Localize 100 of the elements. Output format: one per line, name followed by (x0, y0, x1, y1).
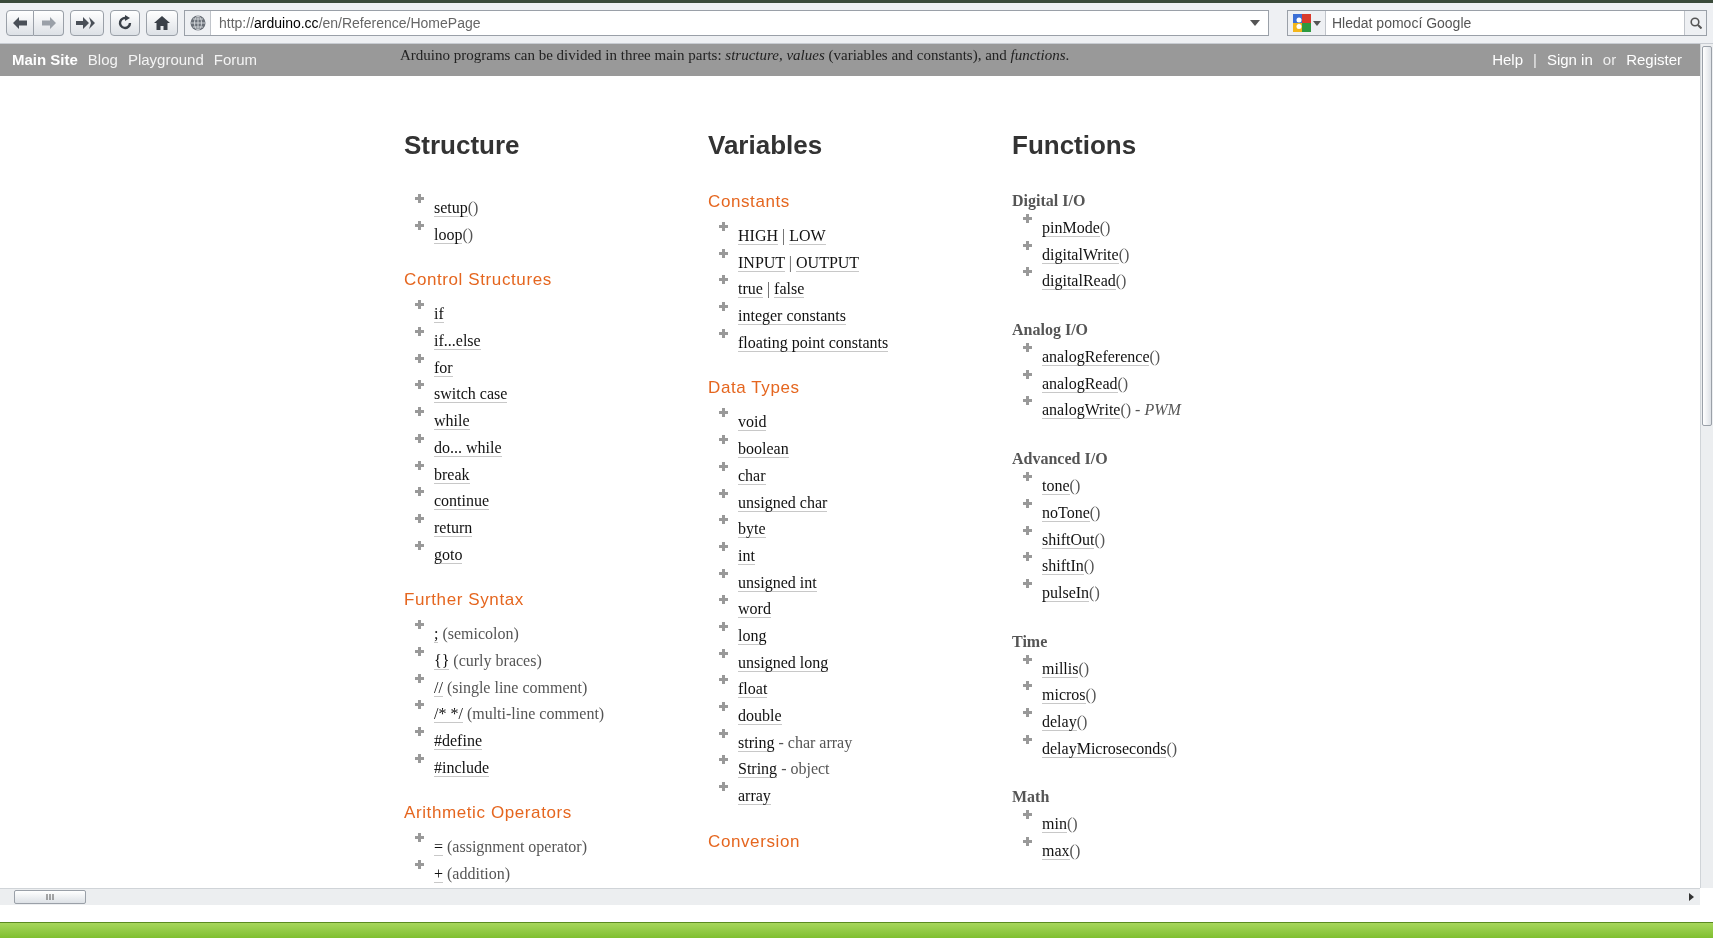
reference-link[interactable]: HIGH (738, 227, 778, 245)
reference-link[interactable]: String (738, 760, 778, 779)
back-button[interactable] (6, 10, 34, 36)
reference-link[interactable]: OUTPUT (796, 253, 860, 272)
reference-link[interactable]: float (738, 680, 768, 699)
reference-link[interactable]: if (434, 305, 444, 324)
reference-link[interactable]: break (434, 465, 470, 484)
scrollbar-thumb[interactable] (1702, 46, 1712, 426)
reference-link[interactable]: ; (434, 625, 439, 644)
reload-icon (117, 15, 133, 31)
reference-link[interactable]: integer constants (738, 307, 846, 326)
home-button[interactable] (146, 10, 178, 36)
address-bar[interactable]: http://arduino.cc/en/Reference/HomePage (184, 10, 1269, 36)
reload-button[interactable] (110, 10, 140, 36)
nav-separator: or (1602, 49, 1617, 70)
plus-icon (719, 621, 728, 631)
item-note: () (1099, 219, 1111, 236)
reference-link[interactable]: byte (738, 520, 766, 539)
reference-link[interactable]: millis (1042, 659, 1079, 678)
search-icon (1689, 17, 1702, 29)
reference-link[interactable]: {} (434, 651, 450, 670)
plus-icon (415, 753, 424, 763)
reference-link[interactable]: true (738, 280, 763, 299)
reference-link[interactable]: shiftIn (1042, 557, 1084, 576)
reference-link[interactable]: pinMode (1042, 219, 1100, 237)
reference-link[interactable]: unsigned long (738, 653, 829, 672)
reference-link[interactable]: #define (434, 732, 482, 750)
reference-link[interactable]: unsigned int (738, 573, 817, 592)
reference-link[interactable]: if...else (434, 332, 481, 351)
reference-link[interactable]: pulseIn (1042, 583, 1090, 602)
plus-icon (1023, 369, 1032, 379)
reference-link[interactable]: delay (1042, 712, 1077, 731)
reference-link[interactable]: max (1042, 842, 1070, 860)
scroll-right-arrow-icon[interactable] (1689, 893, 1694, 901)
reference-link[interactable]: digitalRead (1042, 272, 1116, 291)
plus-icon (415, 646, 424, 656)
reference-link[interactable]: boolean (738, 440, 789, 459)
plus-icon (415, 220, 424, 230)
reference-link[interactable]: /* */ (434, 705, 463, 724)
section-heading: Advanced I/O (1012, 449, 1109, 470)
reference-link[interactable]: analogRead (1042, 374, 1118, 393)
reference-link[interactable]: for (434, 358, 453, 377)
reference-link[interactable]: continue (434, 492, 490, 511)
reference-link[interactable]: tone (1042, 477, 1070, 496)
forward-arrow-icon (41, 17, 56, 29)
reference-link[interactable]: loop (434, 225, 463, 244)
scrollbar-thumb[interactable] (14, 890, 86, 904)
reference-link[interactable]: string (738, 733, 775, 752)
plus-icon (719, 248, 728, 258)
item-note: () (1078, 659, 1090, 677)
reference-link[interactable]: digitalWrite (1042, 245, 1119, 264)
reference-link[interactable]: char (738, 466, 766, 485)
reference-link[interactable]: switch case (434, 385, 508, 404)
reference-link[interactable]: micros (1042, 686, 1086, 705)
reference-link[interactable]: setup (434, 199, 468, 217)
item-note: (addition) (446, 865, 511, 883)
reference-link[interactable]: + (434, 865, 444, 884)
fast-forward-button[interactable] (70, 10, 104, 36)
item-note: | (787, 253, 794, 271)
plus-icon (415, 513, 424, 523)
reference-link[interactable]: min (1042, 815, 1067, 834)
reference-link[interactable]: double (738, 707, 782, 725)
search-bar[interactable]: Hledat pomocí Google (1287, 10, 1707, 36)
section-heading: Arithmetic Operators (404, 802, 573, 825)
vertical-scrollbar[interactable] (1700, 44, 1713, 888)
reference-link[interactable]: unsigned char (738, 493, 828, 512)
plus-icon (1023, 267, 1032, 277)
reference-link[interactable]: long (738, 626, 767, 645)
reference-link[interactable]: false (774, 280, 805, 299)
reference-link[interactable]: do... while (434, 438, 502, 457)
reference-link[interactable]: shiftOut (1042, 530, 1095, 549)
reference-link[interactable]: = (434, 838, 444, 857)
reference-link[interactable]: delayMicroseconds (1042, 739, 1167, 758)
plus-icon (719, 302, 728, 312)
reference-link[interactable]: analogWrite (1042, 401, 1121, 420)
section-heading: Math (1012, 787, 1051, 808)
reference-link[interactable]: array (738, 787, 771, 806)
column-heading: Structure (404, 130, 521, 160)
reference-link[interactable]: // (434, 678, 443, 697)
plus-icon (1023, 810, 1032, 820)
item-note: () (1118, 245, 1130, 263)
reference-link[interactable]: while (434, 412, 470, 431)
reference-link[interactable]: floating point constants (738, 333, 889, 352)
reference-link[interactable]: return (434, 518, 473, 537)
reference-link[interactable]: void (738, 413, 767, 432)
reference-link[interactable]: LOW (789, 227, 826, 245)
reference-link[interactable]: analogReference (1042, 348, 1150, 367)
horizontal-scrollbar[interactable] (0, 888, 1700, 905)
plus-icon (719, 275, 728, 285)
reference-link[interactable]: noTone (1042, 503, 1090, 522)
item-note: (curly braces) (452, 651, 542, 669)
column-heading: Functions (1012, 130, 1138, 160)
search-field[interactable]: Hledat pomocí Google (1332, 12, 1684, 34)
reference-link[interactable]: int (738, 546, 755, 565)
reference-link[interactable]: #include (434, 758, 490, 777)
reference-link[interactable]: word (738, 600, 771, 619)
reference-link[interactable]: goto (434, 545, 463, 564)
plus-icon (1023, 654, 1032, 664)
item-note: () (1166, 739, 1178, 757)
reference-link[interactable]: INPUT (738, 253, 785, 272)
